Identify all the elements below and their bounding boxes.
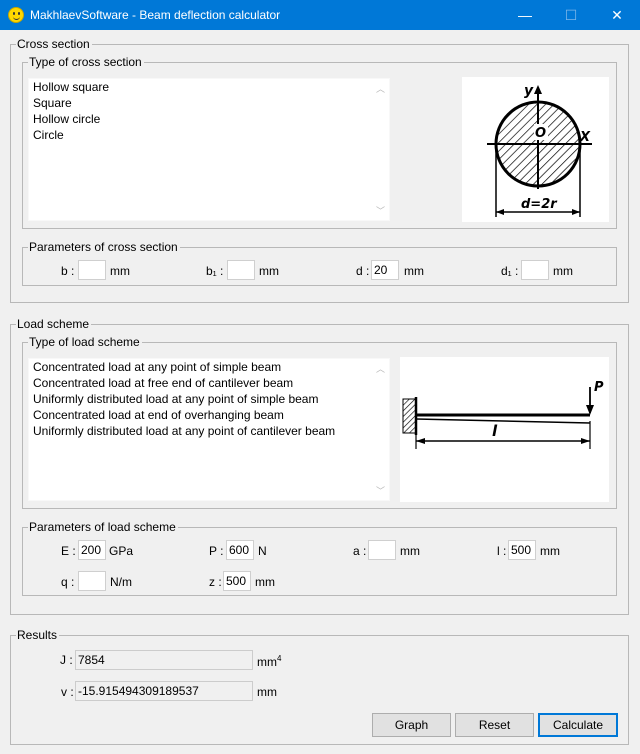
d1-unit: mm (553, 264, 573, 278)
b-label: b : (61, 264, 75, 278)
b-unit: mm (110, 264, 130, 278)
origin-label: O (535, 126, 546, 141)
list-item[interactable]: Uniformly distributed load at any point … (29, 423, 389, 439)
b1-input[interactable] (227, 260, 255, 280)
b1-label: b₁ : (206, 264, 224, 278)
maximize-button: ☐ (564, 7, 578, 23)
p-label: P : (209, 544, 224, 558)
reset-button[interactable]: Reset (455, 713, 534, 737)
load-scheme-image: P l (400, 357, 609, 502)
close-button[interactable]: ✕ (594, 0, 640, 30)
q-label: q : (61, 575, 75, 589)
scroll-down-icon[interactable]: ﹀ (376, 484, 385, 497)
a-unit: mm (400, 544, 420, 558)
graph-button[interactable]: Graph (372, 713, 451, 737)
p-input[interactable]: 600 (226, 540, 254, 560)
list-item[interactable]: Concentrated load at any point of simple… (29, 359, 389, 375)
scroll-up-icon[interactable]: ︿ (376, 82, 385, 95)
x-axis-label: X (579, 130, 591, 145)
minimize-button[interactable]: — (502, 0, 548, 30)
list-item[interactable]: Concentrated load at end of overhanging … (29, 407, 389, 423)
load-p-label: P (594, 380, 604, 395)
e-input[interactable]: 200 (78, 540, 106, 560)
z-label: z : (209, 575, 222, 589)
d-input[interactable]: 20 (371, 260, 399, 280)
list-item[interactable]: Circle (29, 127, 389, 143)
j-unit-exponent: 4 (277, 654, 282, 663)
list-item[interactable]: Concentrated load at free end of cantile… (29, 375, 389, 391)
circle-section-diagram: y X O d=2r (487, 83, 592, 217)
d1-label: d₁ : (501, 264, 519, 278)
smiley-app-icon (8, 7, 24, 23)
l-unit: mm (540, 544, 560, 558)
length-l-label: l (492, 422, 498, 440)
list-item[interactable]: Uniformly distributed load at any point … (29, 391, 389, 407)
results-legend: Results (16, 628, 60, 642)
v-label: v : (61, 685, 74, 699)
v-unit: mm (257, 685, 277, 699)
a-input[interactable] (368, 540, 396, 560)
b1-unit: mm (259, 264, 279, 278)
cross-section-legend: Cross section (16, 37, 92, 51)
list-item[interactable]: Square (29, 95, 389, 111)
load-scheme-type-legend: Type of load scheme (28, 335, 142, 349)
load-scheme-type-list[interactable]: Concentrated load at any point of simple… (28, 358, 390, 501)
q-input[interactable] (78, 571, 106, 591)
cantilever-beam-diagram: P l (402, 380, 604, 449)
e-unit: GPa (109, 544, 134, 558)
load-scheme-legend: Load scheme (16, 317, 92, 331)
d-unit: mm (404, 264, 424, 278)
d1-input[interactable] (521, 260, 549, 280)
cross-section-params-legend: Parameters of cross section (28, 240, 180, 254)
j-output: 7854 (75, 650, 253, 670)
load-scheme-params-legend: Parameters of load scheme (28, 520, 178, 534)
j-label: J : (60, 653, 73, 667)
diameter-label: d=2r (521, 197, 558, 212)
l-input[interactable]: 500 (508, 540, 536, 560)
l-label: l : (497, 544, 507, 558)
z-unit: mm (255, 575, 275, 589)
d-label: d : (356, 264, 370, 278)
list-scrollbar[interactable]: ︿ ﹀ (372, 79, 389, 220)
q-unit: N/m (110, 575, 132, 589)
v-output: -15.915494309189537 (75, 681, 253, 701)
scroll-up-icon[interactable]: ︿ (376, 362, 385, 375)
a-label: a : (353, 544, 367, 558)
scroll-down-icon[interactable]: ﹀ (376, 204, 385, 217)
e-label: E : (61, 544, 76, 558)
cross-section-type-list[interactable]: Hollow square Square Hollow circle Circl… (28, 78, 390, 221)
j-unit: mm4 (257, 654, 282, 669)
cross-section-type-legend: Type of cross section (28, 55, 144, 69)
list-item[interactable]: Hollow circle (29, 111, 389, 127)
calculate-button[interactable]: Calculate (538, 713, 618, 737)
p-unit: N (258, 544, 267, 558)
window-title: MakhlaevSoftware - Beam deflection calcu… (30, 8, 281, 22)
z-input[interactable]: 500 (223, 571, 251, 591)
list-scrollbar[interactable]: ︿ ﹀ (372, 359, 389, 500)
cross-section-image: y X O d=2r (462, 77, 609, 222)
b-input[interactable] (78, 260, 106, 280)
list-item[interactable]: Hollow square (29, 79, 389, 95)
y-axis-label: y (524, 83, 534, 99)
title-bar: MakhlaevSoftware - Beam deflection calcu… (0, 0, 640, 30)
